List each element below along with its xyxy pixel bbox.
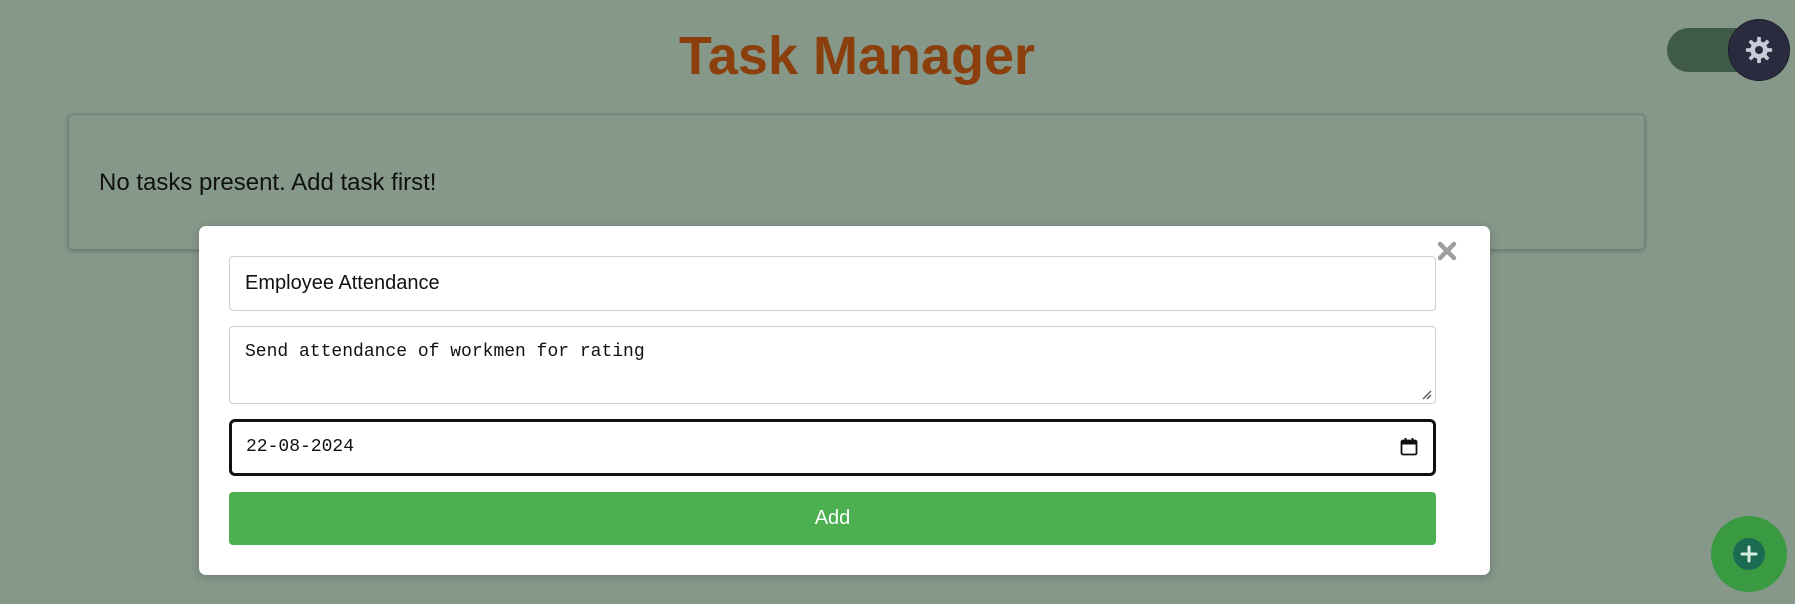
- gear-icon: [1745, 36, 1773, 64]
- plus-icon: [1740, 545, 1758, 563]
- settings-button[interactable]: [1729, 20, 1789, 80]
- add-task-modal: Employee Attendance Send attendance of w…: [199, 226, 1490, 575]
- close-icon: [1437, 241, 1457, 261]
- due-date-value: 22-08-2024: [246, 437, 355, 457]
- add-task-fab[interactable]: [1711, 516, 1787, 592]
- task-description-text: Send attendance of workmen for rating: [245, 342, 645, 362]
- page-title: Task Manager: [678, 26, 1036, 86]
- resize-handle-icon[interactable]: [1420, 388, 1432, 400]
- due-date-input[interactable]: 22-08-2024: [229, 419, 1436, 476]
- add-task-button[interactable]: Add: [229, 492, 1436, 545]
- empty-tasks-message: No tasks present. Add task first!: [99, 169, 437, 196]
- task-description-textarea[interactable]: Send attendance of workmen for rating: [229, 326, 1436, 404]
- fab-icon-container: [1733, 538, 1765, 570]
- close-button[interactable]: [1432, 236, 1462, 266]
- calendar-icon[interactable]: [1399, 437, 1419, 457]
- task-title-input[interactable]: Employee Attendance: [229, 256, 1436, 311]
